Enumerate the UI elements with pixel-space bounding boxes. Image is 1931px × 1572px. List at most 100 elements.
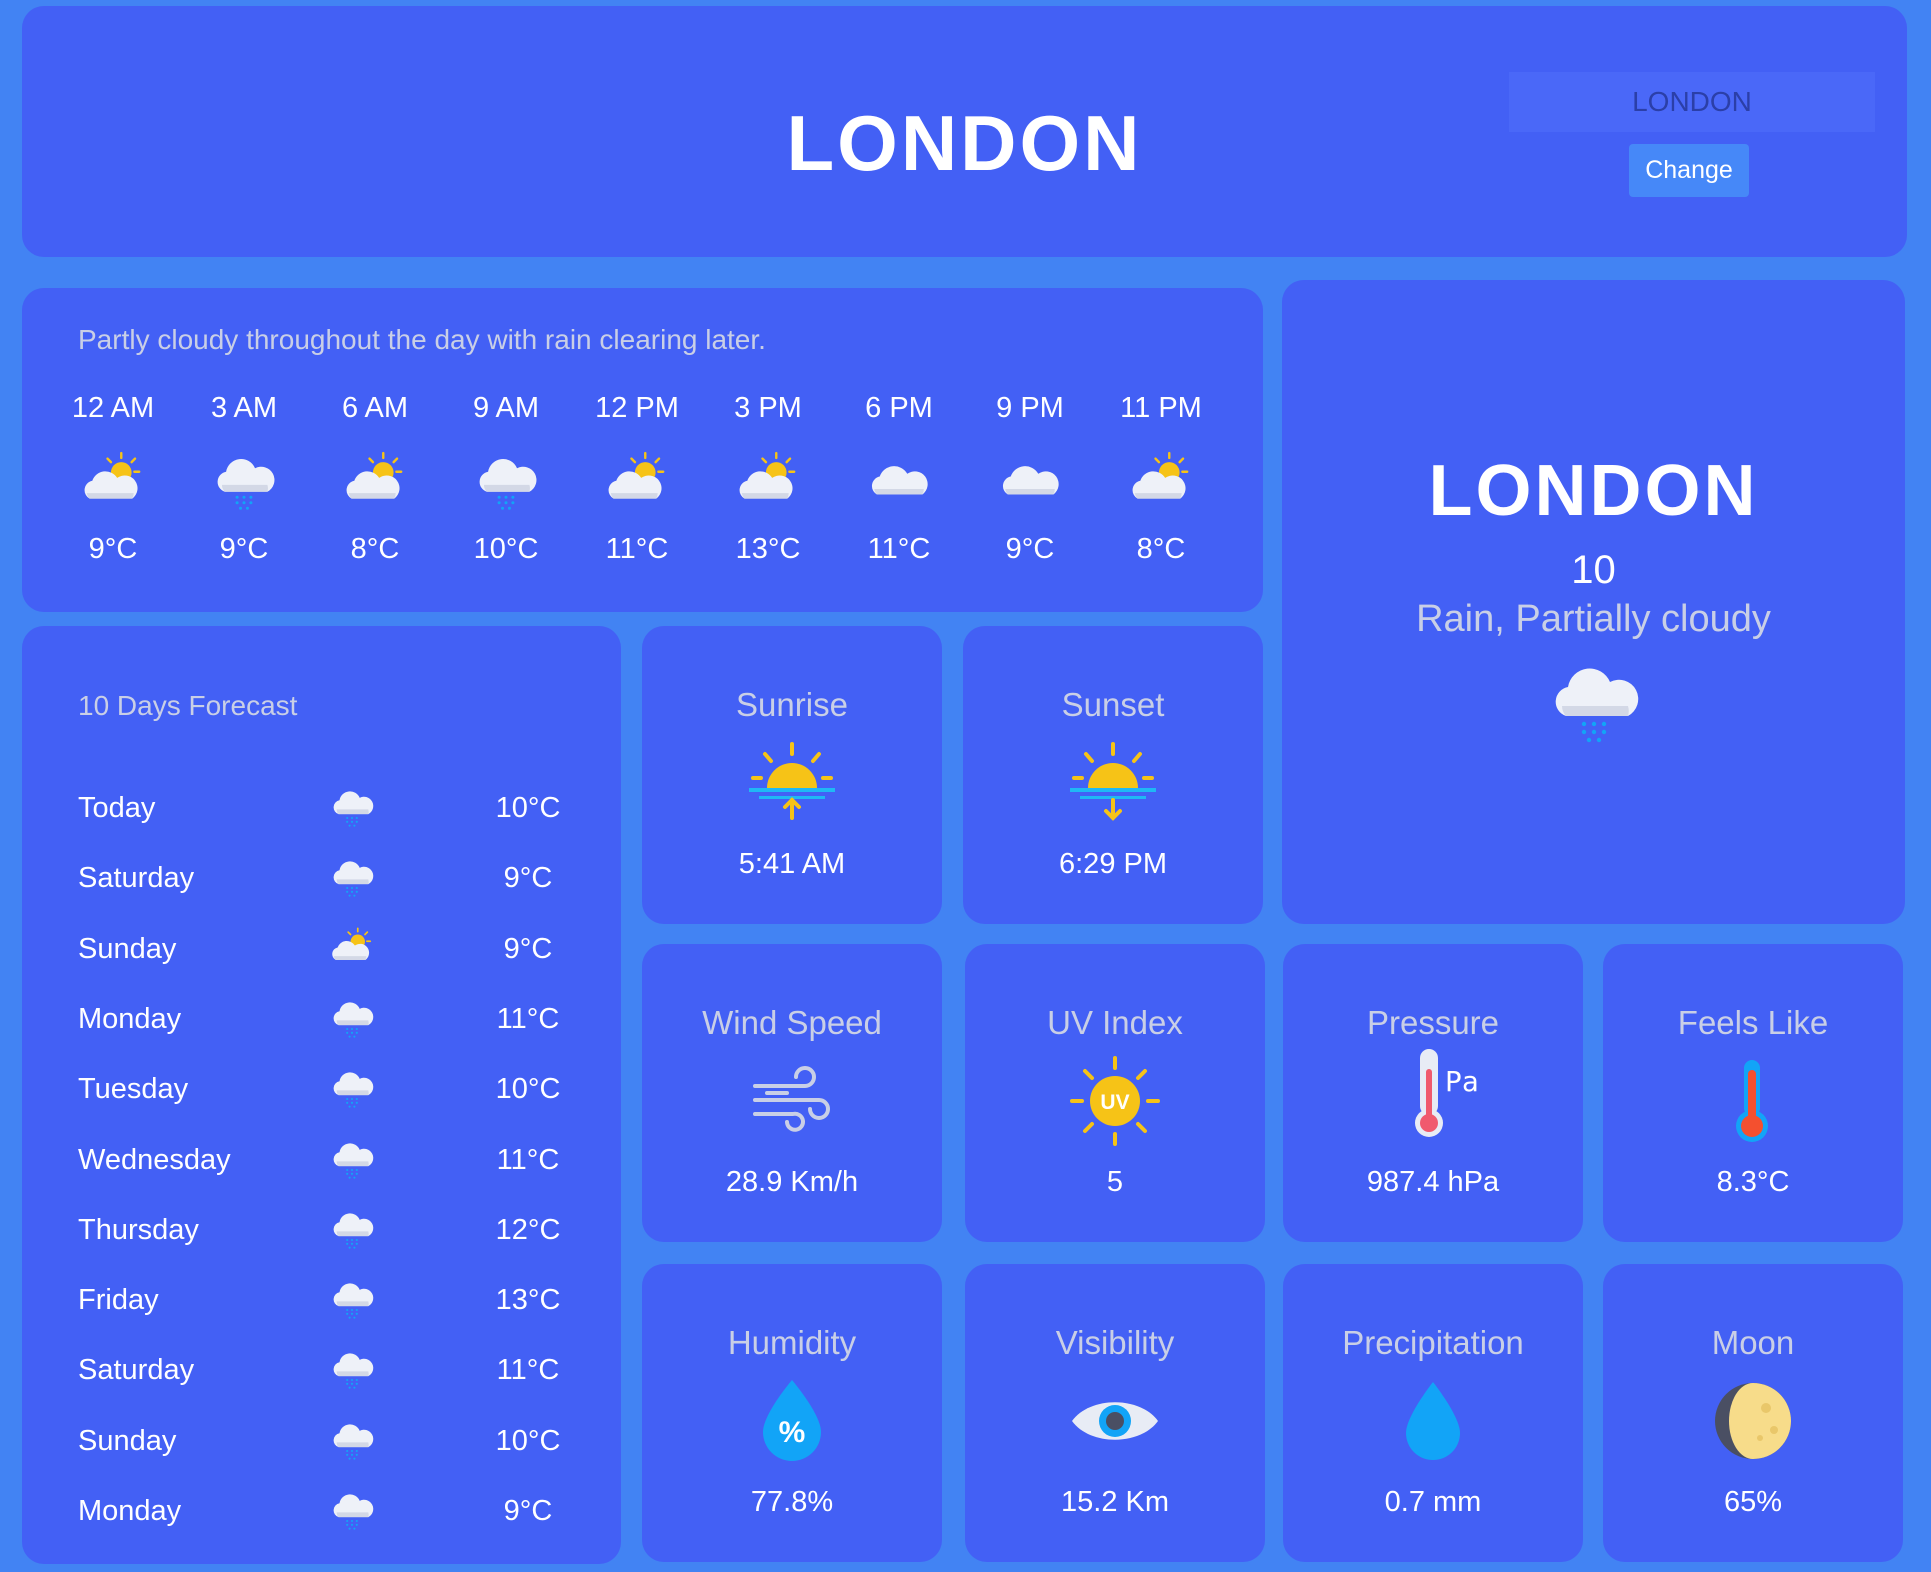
precipitation-tile: Precipitation 0.7 mm bbox=[1283, 1264, 1583, 1562]
cloud-icon bbox=[871, 466, 928, 495]
daily-day-name: Wednesday bbox=[78, 1144, 231, 1176]
daily-day-name: Friday bbox=[78, 1284, 159, 1316]
daily-day-name: Sunday bbox=[78, 933, 177, 965]
hourly-temperature: 10°C bbox=[473, 533, 539, 565]
daily-day-name: Tuesday bbox=[78, 1073, 189, 1105]
moon-phase-icon bbox=[1715, 1383, 1791, 1459]
hourly-time: 12 PM bbox=[595, 392, 679, 424]
daily-forecast-title: 10 Days Forecast bbox=[78, 690, 298, 721]
partly-cloudy-day-icon bbox=[1131, 451, 1189, 500]
pressure-tile: Pressure Pa 987.4 hPa bbox=[1283, 944, 1583, 1242]
hourly-item: 9 AM 10°C bbox=[441, 392, 571, 566]
hourly-item: 3 AM 9°C bbox=[179, 392, 309, 566]
sunset-value: 6:29 PM bbox=[1059, 848, 1167, 880]
thermometer-pa-icon: Pa bbox=[1415, 1049, 1478, 1137]
moon-label: Moon bbox=[1711, 1324, 1795, 1361]
daily-temperature: 9°C bbox=[503, 933, 553, 965]
eye-icon bbox=[1072, 1402, 1158, 1440]
daily-forecast-row: Wednesday 11°C bbox=[78, 1136, 588, 1186]
thermometer-icon bbox=[1736, 1060, 1768, 1142]
city-search-input[interactable] bbox=[1509, 72, 1875, 132]
wind-icon bbox=[753, 1066, 830, 1132]
hourly-item: 9 PM 9°C bbox=[965, 392, 1095, 566]
rain-cloud-icon bbox=[479, 459, 537, 510]
hourly-temperature: 9°C bbox=[88, 533, 138, 565]
hourly-time: 6 AM bbox=[341, 392, 409, 424]
daily-forecast-row: Friday 13°C bbox=[78, 1276, 588, 1326]
rain-cloud-icon bbox=[333, 861, 374, 897]
hourly-forecast-panel: Partly cloudy throughout the day with ra… bbox=[22, 288, 1263, 612]
sunrise-tile: Sunrise 5:41 AM bbox=[642, 626, 942, 924]
daily-temperature: 10°C bbox=[495, 792, 561, 824]
daily-forecast-row: Saturday 11°C bbox=[78, 1346, 588, 1396]
hourly-item: 12 AM 9°C bbox=[48, 392, 178, 566]
moon-value: 65% bbox=[1723, 1486, 1783, 1518]
humidity-drop-icon: % bbox=[763, 1380, 821, 1461]
change-city-button[interactable]: Change bbox=[1629, 144, 1749, 197]
visibility-tile: Visibility 15.2 Km bbox=[965, 1264, 1265, 1562]
rain-cloud-icon bbox=[333, 1143, 374, 1179]
moon-tile: Moon 65% bbox=[1603, 1264, 1903, 1562]
hourly-time: 3 AM bbox=[210, 392, 278, 424]
hourly-time: 9 AM bbox=[472, 392, 540, 424]
daily-temperature: 9°C bbox=[503, 1495, 553, 1527]
sunset-tile: Sunset 6:29 PM bbox=[963, 626, 1263, 924]
feels-like-value: 8.3°C bbox=[1716, 1166, 1790, 1198]
hourly-temperature: 9°C bbox=[219, 533, 269, 565]
hourly-time: 11 PM bbox=[1120, 392, 1202, 424]
rain-cloud-icon bbox=[1555, 668, 1639, 743]
hourly-temperature: 11°C bbox=[605, 533, 669, 565]
rain-cloud-icon bbox=[333, 1424, 374, 1460]
forecast-description: Partly cloudy throughout the day with ra… bbox=[78, 324, 766, 355]
rain-cloud-icon bbox=[217, 459, 275, 510]
hourly-temperature: 8°C bbox=[1136, 533, 1186, 565]
rain-cloud-icon bbox=[333, 1494, 374, 1530]
humidity-value: 77.8% bbox=[750, 1486, 834, 1518]
sunset-icon bbox=[1070, 742, 1156, 821]
daily-forecast-row: Monday 11°C bbox=[78, 995, 588, 1045]
daily-temperature: 9°C bbox=[503, 862, 553, 894]
uv-index-tile: UV Index UV 5 bbox=[965, 944, 1265, 1242]
water-drop-icon bbox=[1406, 1382, 1460, 1460]
daily-forecast-row: Today 10°C bbox=[78, 784, 588, 834]
partly-cloudy-day-icon bbox=[345, 451, 403, 500]
daily-forecast-panel: 10 Days Forecast Today 10°C Saturday 9°C Sun… bbox=[22, 626, 621, 1564]
sunrise-label: Sunrise bbox=[736, 686, 848, 723]
partly-cloudy-day-icon bbox=[83, 451, 141, 500]
hourly-time: 9 PM bbox=[996, 392, 1064, 424]
partly-cloudy-day-icon bbox=[607, 451, 665, 500]
daily-day-name: Saturday bbox=[78, 862, 195, 894]
hourly-temperature: 9°C bbox=[1005, 533, 1055, 565]
wind-speed-value: 28.9 Km/h bbox=[725, 1166, 859, 1198]
hourly-time: 6 PM bbox=[865, 392, 933, 424]
visibility-value: 15.2 Km bbox=[1061, 1486, 1169, 1518]
uv-badge: UV bbox=[1100, 1091, 1129, 1114]
hourly-item: 3 PM 13°C bbox=[703, 392, 833, 566]
humidity-badge: % bbox=[779, 1416, 806, 1449]
daily-temperature: 13°C bbox=[495, 1284, 561, 1316]
wind-speed-label: Wind Speed bbox=[702, 1004, 882, 1041]
rain-cloud-icon bbox=[333, 1283, 374, 1319]
current-conditions: Rain, Partially cloudy bbox=[1416, 598, 1771, 640]
rain-cloud-icon bbox=[333, 1353, 374, 1389]
hourly-temperature: 11°C bbox=[867, 533, 931, 565]
hourly-temperature: 13°C bbox=[735, 533, 801, 565]
rain-cloud-icon bbox=[333, 1213, 374, 1249]
precipitation-value: 0.7 mm bbox=[1384, 1486, 1482, 1518]
daily-temperature: 11°C bbox=[496, 1144, 560, 1176]
humidity-label: Humidity bbox=[727, 1324, 857, 1361]
hourly-item: 6 PM 11°C bbox=[834, 392, 964, 566]
pressure-badge: Pa bbox=[1445, 1065, 1478, 1098]
sunrise-value: 5:41 AM bbox=[738, 848, 846, 880]
daily-temperature: 11°C bbox=[496, 1003, 560, 1035]
daily-temperature: 11°C bbox=[496, 1354, 560, 1386]
rain-cloud-icon bbox=[333, 791, 374, 827]
daily-day-name: Monday bbox=[78, 1003, 182, 1035]
hourly-item: 12 PM 11°C bbox=[572, 392, 702, 566]
current-city: LONDON bbox=[1428, 451, 1759, 531]
humidity-tile: Humidity % 77.8% bbox=[642, 1264, 942, 1562]
sunrise-icon bbox=[749, 742, 835, 820]
daily-day-name: Today bbox=[78, 792, 156, 824]
precipitation-label: Precipitation bbox=[1342, 1324, 1524, 1361]
header-panel: LONDON Change bbox=[22, 6, 1907, 257]
